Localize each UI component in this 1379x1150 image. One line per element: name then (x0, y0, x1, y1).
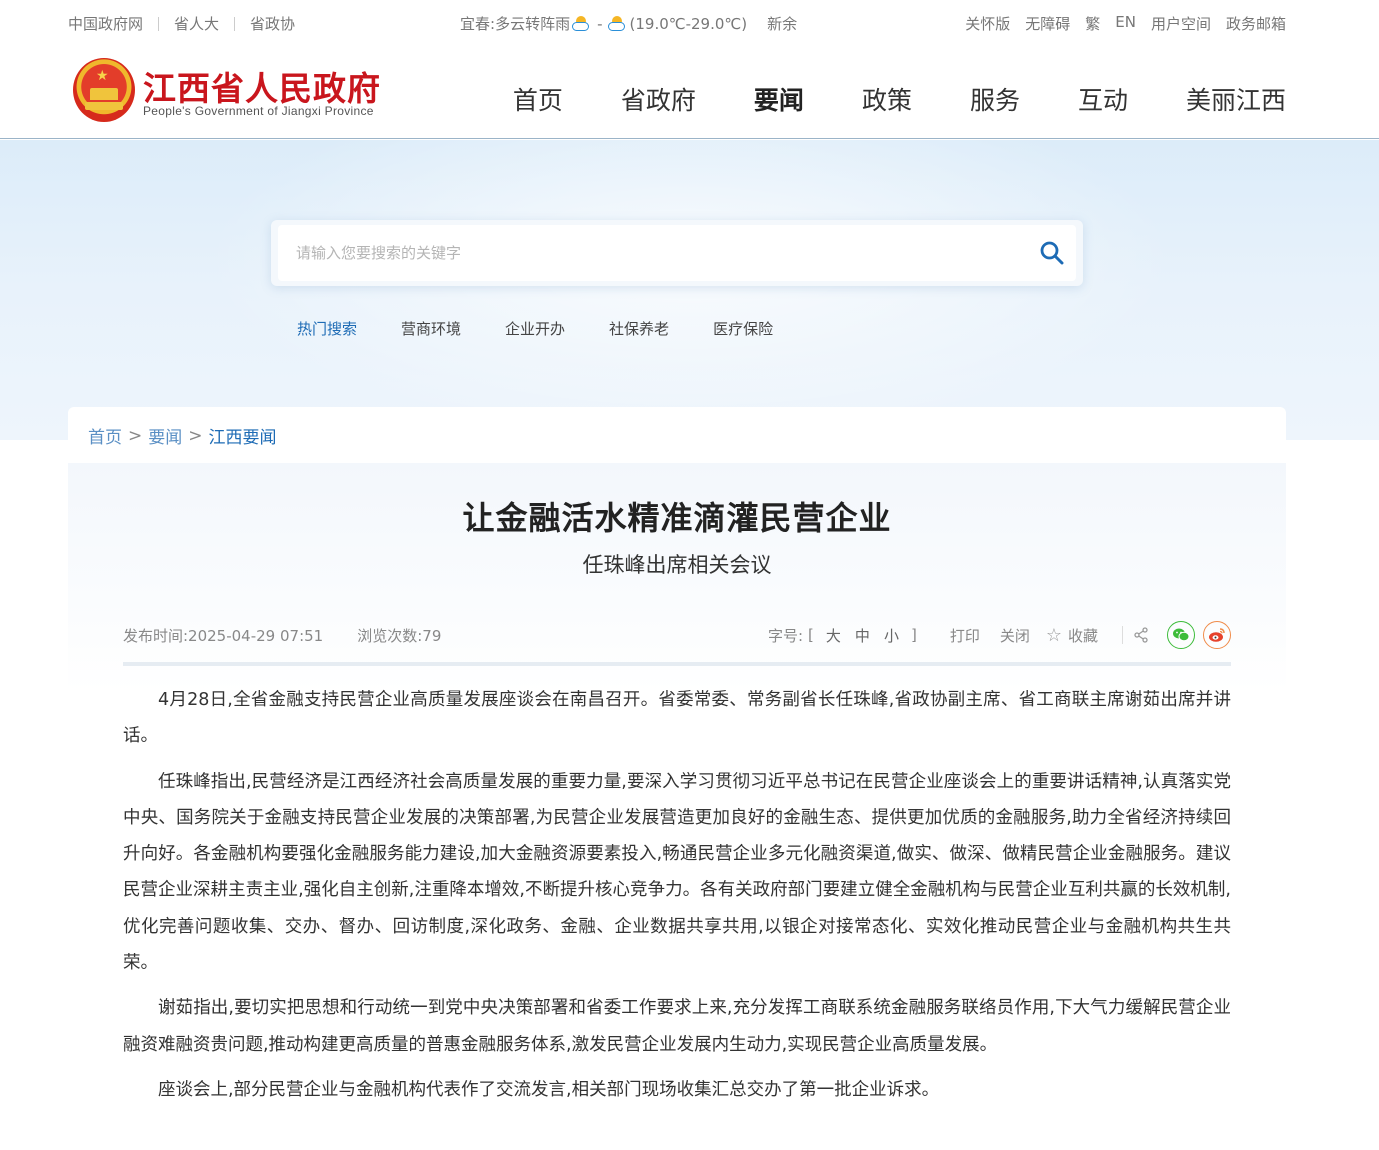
search-box (271, 220, 1083, 286)
wechat-icon (1173, 628, 1190, 642)
divider (158, 16, 160, 31)
link-accessibility[interactable]: 无障碍 (1025, 13, 1070, 34)
article-meta: 发布时间:2025-04-29 07:51 浏览次数:79 (123, 625, 441, 646)
font-size-medium[interactable]: 中 (855, 625, 870, 646)
print-button[interactable]: 打印 (950, 625, 980, 646)
top-utility-bar: 中国政府网 省人大 省政协 宜春: 多云转阵雨 - (19.0℃-29.0℃) … (0, 0, 1379, 46)
national-emblem-icon: ★ (73, 58, 135, 122)
bracket: ] (910, 626, 917, 644)
search-icon (1040, 241, 1064, 265)
article-tools: 字号: [ 大 中 小 ] 打印 关闭 ☆ 收藏 (768, 621, 1231, 649)
weather-widget: 宜春: 多云转阵雨 - (19.0℃-29.0℃) 新余 (460, 13, 797, 34)
bracket: [ (808, 626, 814, 644)
publish-time: 发布时间:2025-04-29 07:51 (123, 627, 324, 645)
partner-links: 中国政府网 省人大 省政协 (68, 13, 295, 34)
font-size-label: 字号: (767, 626, 804, 645)
wechat-share-button[interactable] (1167, 621, 1195, 649)
search-banner: 热门搜索 营商环境 企业开办 社保养老 医疗保险 (0, 140, 1379, 440)
favorite-button[interactable]: ☆ 收藏 (1046, 625, 1098, 646)
nav-item-home[interactable]: 首页 (513, 81, 563, 117)
site-header: ★ 江西省人民政府 People's Government of Jiangxi… (0, 46, 1379, 139)
font-size-small[interactable]: 小 (884, 625, 899, 646)
hot-searches: 热门搜索 营商环境 企业开办 社保养老 医疗保险 (297, 318, 817, 339)
search-input[interactable] (296, 239, 996, 267)
breadcrumb-separator: > (128, 425, 143, 446)
favorite-label: 收藏 (1067, 626, 1098, 645)
font-size-large[interactable]: 大 (826, 625, 841, 646)
nav-item-news[interactable]: 要闻 (754, 81, 804, 117)
share-icon[interactable] (1133, 627, 1149, 643)
nav-item-beautiful-jiangxi[interactable]: 美丽江西 (1186, 81, 1286, 117)
close-button[interactable]: 关闭 (1000, 625, 1030, 646)
site-logo[interactable]: ★ 江西省人民政府 People's Government of Jiangxi… (73, 58, 393, 124)
breadcrumb-news[interactable]: 要闻 (148, 423, 182, 448)
article-card: 首页 > 要闻 > 江西要闻 让金融活水精准滴灌民营企业 任珠峰出席相关会议 发… (68, 407, 1286, 1150)
logo-subtitle: People's Government of Jiangxi Province (143, 104, 374, 118)
divider (1122, 626, 1123, 644)
link-gov-mail[interactable]: 政务邮箱 (1226, 13, 1286, 34)
star-icon: ☆ (1045, 624, 1062, 646)
link-user-space[interactable]: 用户空间 (1151, 13, 1211, 34)
nav-item-government[interactable]: 省政府 (621, 81, 696, 117)
article-paragraph: 4月28日,全省金融支持民营企业高质量发展座谈会在南昌召开。省委常委、常务副省长… (123, 690, 1231, 747)
breadcrumb-current[interactable]: 江西要闻 (209, 423, 277, 448)
logo-title: 江西省人民政府 (143, 69, 381, 108)
hot-search-item[interactable]: 营商环境 (401, 318, 461, 339)
weibo-icon (1209, 628, 1225, 642)
article-paragraph: 谢茹指出,要切实把思想和行动统一到党中央决策部署和省委工作要求上来,充分发挥工商… (123, 998, 1231, 1055)
article-paragraph: 座谈会上,部分民营企业与金融机构代表作了交流发言,相关部门现场收集汇总交办了第一… (158, 1079, 940, 1100)
utility-links: 关怀版 无障碍 繁 EN 用户空间 政务邮箱 (965, 13, 1286, 34)
breadcrumb: 首页 > 要闻 > 江西要闻 (88, 423, 277, 449)
weather-city: 宜春: (460, 15, 496, 33)
weather-icon (572, 15, 592, 32)
view-count: 浏览次数:79 (357, 627, 442, 645)
breadcrumb-home[interactable]: 首页 (88, 423, 122, 448)
weather-desc: 多云转阵雨 (495, 15, 571, 33)
link-traditional-chinese[interactable]: 繁 (1085, 13, 1100, 34)
link-provincial-congress[interactable]: 省人大 (174, 13, 219, 34)
article-subtitle: 任珠峰出席相关会议 (582, 553, 772, 577)
weather-next-city[interactable]: 新余 (767, 13, 797, 34)
breadcrumb-separator: > (188, 425, 203, 446)
hot-search-item[interactable]: 社保养老 (609, 318, 669, 339)
weather-dash: - (597, 14, 603, 33)
search-button[interactable] (1038, 239, 1066, 267)
hot-search-title: 热门搜索 (297, 320, 358, 338)
link-provincial-cppcc[interactable]: 省政协 (250, 13, 295, 34)
weather-icon (607, 15, 628, 32)
nav-item-policy[interactable]: 政策 (862, 81, 912, 117)
nav-item-interaction[interactable]: 互动 (1078, 81, 1128, 117)
article-title: 让金融活水精准滴灌民营企业 (462, 499, 892, 537)
font-size-control: 字号: [ 大 中 小 ] (768, 625, 922, 646)
link-gov-cn[interactable]: 中国政府网 (68, 13, 143, 34)
divider (234, 16, 236, 31)
meta-divider (123, 662, 1231, 666)
nav-item-service[interactable]: 服务 (970, 81, 1020, 117)
link-english[interactable]: EN (1115, 13, 1136, 34)
weibo-share-button[interactable] (1203, 621, 1231, 649)
article-paragraph: 任珠峰指出,民营经济是江西经济社会高质量发展的重要力量,要深入学习贯彻习近平总书… (123, 771, 1231, 974)
hot-search-item[interactable]: 企业开办 (505, 318, 565, 339)
link-care-mode[interactable]: 关怀版 (965, 13, 1010, 34)
hot-search-item[interactable]: 医疗保险 (713, 318, 773, 339)
article-body: 4月28日,全省金融支持民营企业高质量发展座谈会在南昌召开。省委常委、常务副省长… (123, 682, 1231, 1117)
weather-temp: (19.0℃-29.0℃) (629, 14, 748, 33)
main-nav: 首页 省政府 要闻 政策 服务 互动 美丽江西 (513, 81, 1286, 117)
